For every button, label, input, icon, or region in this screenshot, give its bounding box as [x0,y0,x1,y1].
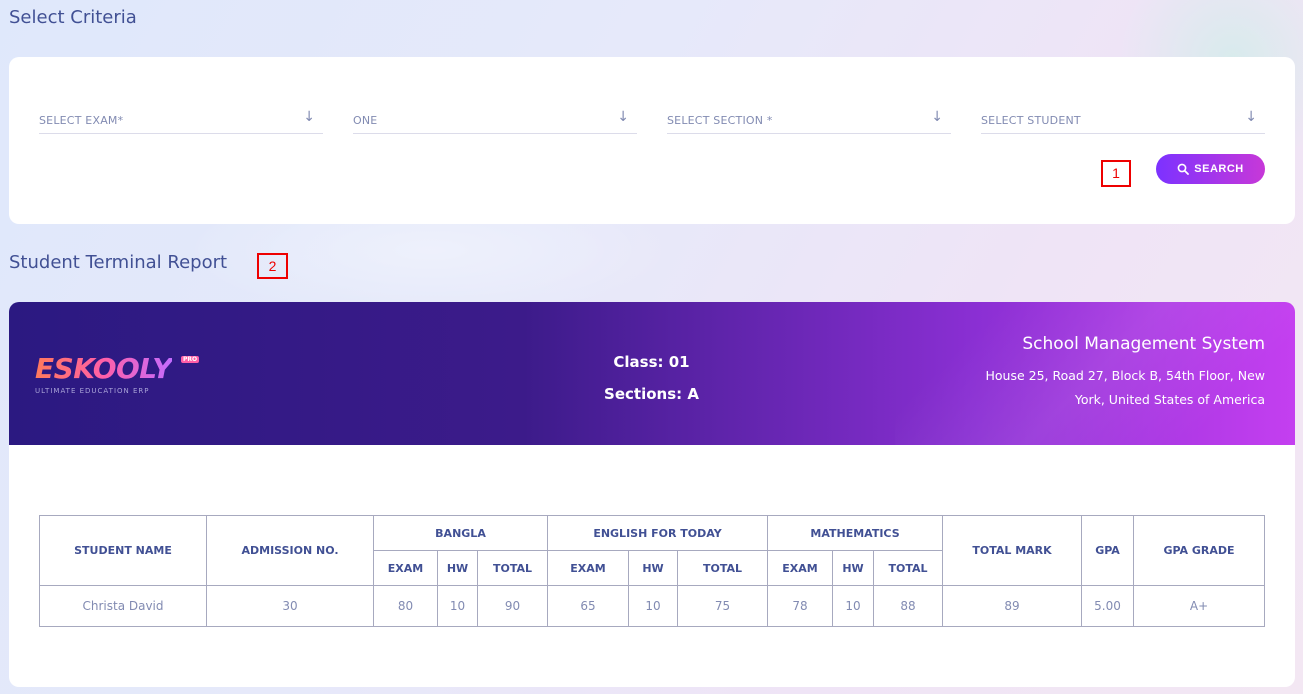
logo-tagline: ULTIMATE EDUCATION ERP [35,387,150,395]
report-header: ESKOOLY PRO ULTIMATE EDUCATION ERP Class… [9,302,1295,445]
cell-english-hw: 10 [628,585,678,627]
select-class-dropdown[interactable]: ONE ↓ [353,109,637,134]
arrow-down-icon: ↓ [617,109,629,125]
cell-bangla-total: 90 [477,585,548,627]
report-body: STUDENT NAME ADMISSION NO. BANGLA ENGLIS… [9,445,1295,687]
header-student-name: STUDENT NAME [39,515,207,586]
cell-english-total: 75 [676,585,769,627]
class-info: Class: 01 Sections: A [569,346,734,410]
class-label: Class: 01 [613,353,690,371]
criteria-card: SELECT EXAM* ↓ ONE ↓ SELECT SECTION * ↓ … [9,57,1295,224]
select-exam-label: SELECT EXAM* [39,114,124,127]
select-exam-dropdown[interactable]: SELECT EXAM* ↓ [39,109,323,134]
search-icon [1177,163,1190,175]
cell-math-hw: 10 [832,585,875,627]
select-section-dropdown[interactable]: SELECT SECTION * ↓ [667,109,951,134]
logo-text: ESKOOLY [35,352,173,385]
header-exam: EXAM [767,550,834,586]
school-address-line-2: York, United States of America [1074,392,1265,407]
select-class-label: ONE [353,114,378,127]
select-section-label: SELECT SECTION * [667,114,773,127]
header-total: TOTAL [873,550,944,586]
cell-total-mark: 89 [942,585,1083,627]
search-button-label: SEARCH [1194,163,1244,175]
school-address-line-1: House 25, Road 27, Block B, 54th Floor, … [985,368,1265,383]
select-criteria-title: Select Criteria [9,7,137,28]
eskooly-logo: ESKOOLY PRO ULTIMATE EDUCATION ERP [35,352,200,395]
arrow-down-icon: ↓ [303,109,315,125]
logo-badge: PRO [181,356,200,363]
section-label: Sections: A [604,385,699,403]
cell-student-name: Christa David [39,585,207,627]
header-total: TOTAL [477,550,548,586]
header-subject-math: MATHEMATICS [767,515,944,551]
header-subject-bangla: BANGLA [373,515,548,551]
annotation-marker-2: 2 [257,253,288,279]
select-student-label: SELECT STUDENT [981,114,1081,127]
header-hw: HW [832,550,875,586]
cell-gpa-grade: A+ [1133,585,1266,627]
school-info: School Management System House 25, Road … [985,334,1265,412]
header-hw: HW [437,550,478,586]
header-gpa: GPA [1081,515,1135,586]
cell-math-total: 88 [873,585,944,627]
arrow-down-icon: ↓ [1245,109,1257,125]
report-title: Student Terminal Report [9,252,228,273]
select-student-dropdown[interactable]: SELECT STUDENT ↓ [981,109,1265,134]
header-total-mark: TOTAL MARK [942,515,1083,586]
header-subject-english: ENGLISH FOR TODAY [546,515,769,551]
arrow-down-icon: ↓ [931,109,943,125]
cell-bangla-hw: 10 [437,585,478,627]
table-row: Christa David 30 80 10 90 65 10 75 78 10… [39,585,1266,627]
cell-admission-no: 30 [206,585,374,627]
search-button[interactable]: SEARCH [1156,154,1265,184]
header-exam: EXAM [373,550,438,586]
annotation-marker-1: 1 [1101,160,1131,187]
header-exam: EXAM [547,550,629,586]
cell-bangla-exam: 80 [373,585,438,627]
header-gpa-grade: GPA GRADE [1133,515,1266,586]
cell-math-exam: 78 [767,585,834,627]
terminal-report-table: STUDENT NAME ADMISSION NO. BANGLA ENGLIS… [39,515,1266,627]
header-total: TOTAL [676,550,769,586]
school-name: School Management System [1022,334,1265,354]
cell-gpa: 5.00 [1081,585,1135,627]
header-hw: HW [628,550,678,586]
header-admission-no: ADMISSION NO. [206,515,374,586]
cell-english-exam: 65 [547,585,629,627]
